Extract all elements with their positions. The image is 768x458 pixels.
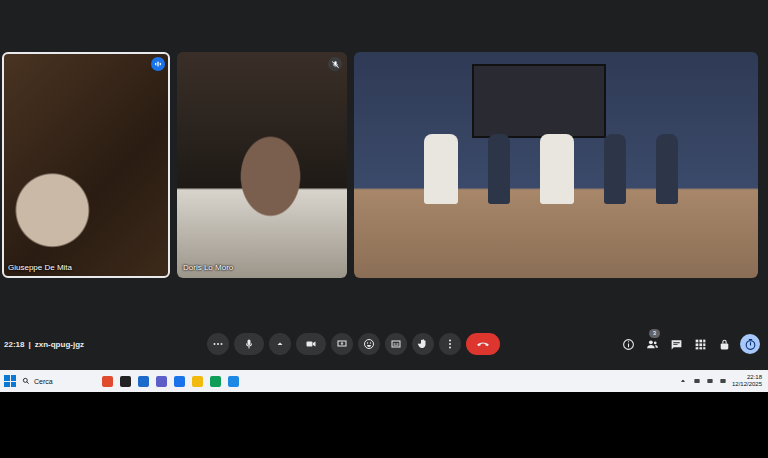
tray-icon[interactable] [706,377,714,386]
lock-icon[interactable] [716,336,732,352]
meeting-time: 22:18 [4,340,24,349]
app-icon[interactable] [120,376,131,387]
participant-tile[interactable]: Giuseppe De Mita [2,52,170,278]
app-icon[interactable] [210,376,221,387]
windows-start-icon[interactable] [4,375,16,387]
studio-figure [604,134,626,204]
app-icon[interactable] [156,376,167,387]
studio-figure [656,134,678,204]
activities-icon[interactable] [692,336,708,352]
taskbar: Cerca 22:1812/12/2025 [0,370,768,392]
camera-icon[interactable] [296,333,326,355]
participant-name: Doris Lo Moro [183,263,233,272]
more-options-icon[interactable] [439,333,461,355]
app-icon[interactable] [192,376,203,387]
raise-hand-icon[interactable] [412,333,434,355]
clock-date: 12/12/2025 [732,381,762,388]
call-controls [164,333,620,355]
emoji-icon[interactable] [358,333,380,355]
video-grid: Giuseppe De Mita Doris Lo Moro [0,0,768,278]
more-icon[interactable] [207,333,229,355]
info-icon[interactable] [620,336,636,352]
meet-window: Giuseppe De Mita Doris Lo Moro 22:18 | zxn-q… [0,0,768,370]
tray-icon[interactable] [719,377,727,386]
taskbar-search[interactable]: Cerca [22,377,82,386]
stream-tile[interactable] [354,52,758,278]
studio-chairs [424,134,678,204]
clock-time: 22:18 [747,374,762,381]
meeting-info: 22:18 | zxn-qpug-jgz [4,340,164,349]
app-icon[interactable] [138,376,149,387]
pinned-apps [102,376,239,387]
search-icon [22,377,30,386]
side-controls: 3 [620,334,760,354]
studio-figure [540,134,574,204]
studio-figure [488,134,510,204]
timer-icon[interactable] [740,334,760,354]
tray-icon[interactable] [693,377,701,386]
studio-figure [424,134,458,204]
participant-tile[interactable]: Doris Lo Moro [177,52,347,278]
app-icon[interactable] [174,376,185,387]
people-count-badge: 3 [649,329,660,338]
speaking-icon [151,57,165,71]
taskbar-clock[interactable]: 22:1812/12/2025 [732,374,762,387]
studio-screen [472,64,606,138]
people-icon[interactable]: 3 [644,336,660,352]
mic-icon[interactable] [234,333,264,355]
chat-icon[interactable] [668,336,684,352]
separator: | [28,340,30,349]
options-icon[interactable] [269,333,291,355]
system-tray: 22:1812/12/2025 [678,374,762,387]
present-icon[interactable] [331,333,353,355]
app-icon[interactable] [102,376,113,387]
control-bar: 22:18 | zxn-qpug-jgz 3 [0,330,768,358]
app-icon[interactable] [228,376,239,387]
search-label: Cerca [34,378,53,385]
participant-name: Giuseppe De Mita [8,263,72,272]
muted-mic-icon [328,57,342,71]
captions-icon[interactable] [385,333,407,355]
hang-up-icon[interactable] [466,333,500,355]
tray-expand-icon[interactable] [678,376,688,387]
meeting-code[interactable]: zxn-qpug-jgz [35,340,84,349]
